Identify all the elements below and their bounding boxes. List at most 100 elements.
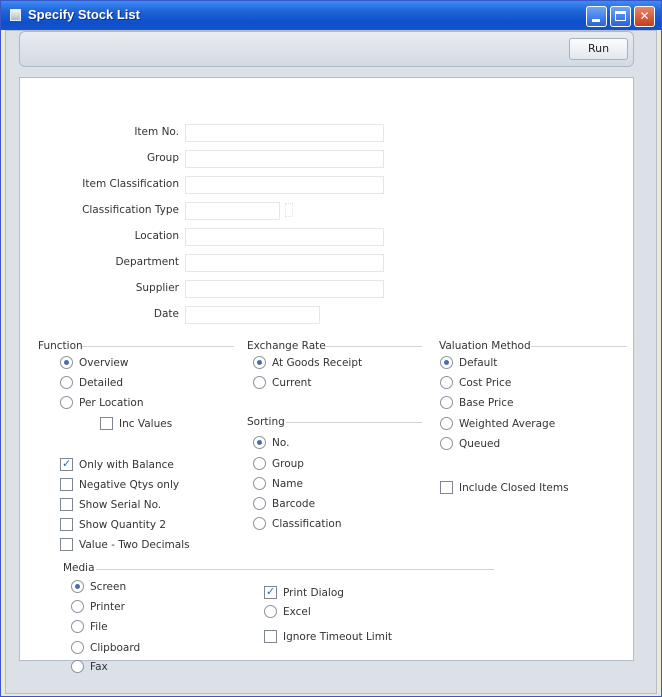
radio-button[interactable] [440,437,453,450]
specify-stock-list-window: Specify Stock List ✕ Run Item No. Group … [0,0,662,697]
supplier-label: Supplier [135,282,179,294]
function-divider [82,346,234,347]
radio-button[interactable] [440,396,453,409]
checkbox[interactable] [440,481,453,494]
date-label: Date [153,308,179,320]
window-icon [10,9,21,21]
function-option-label: Per Location [79,397,144,409]
item-no-field[interactable] [185,124,384,142]
radio-button[interactable] [71,620,84,633]
checkbox[interactable] [60,498,73,511]
checkbox[interactable] [60,518,73,531]
radio-button[interactable] [253,356,266,369]
valuation-option-label: Default [459,357,498,369]
function-heading: Function [38,340,83,352]
checkbox[interactable] [264,585,277,599]
checkbox-label: Only with Balance [79,459,174,471]
sorting-option-label: Barcode [272,498,316,510]
exchange-rate-divider [322,346,422,347]
window-title: Specify Stock List [28,7,140,22]
item-classification-label: Item Classification [82,178,179,190]
exchange-rate-option-label: At Goods Receipt [272,357,363,369]
checkbox[interactable] [264,630,277,643]
radio-button[interactable] [253,477,266,490]
radio-button[interactable] [71,600,84,613]
valuation-method-divider [531,346,627,347]
maximize-button[interactable] [610,6,631,27]
media-option-label: Printer [90,601,125,613]
radio-button[interactable] [60,356,73,369]
group-field[interactable] [185,150,384,168]
checkbox-label: Negative Qtys only [79,479,180,491]
media-option-label: Excel [283,606,311,618]
radio-button[interactable] [60,396,73,409]
radio-button[interactable] [71,580,84,593]
checkbox-label: Ignore Timeout Limit [283,631,392,643]
classification-type-label: Classification Type [82,204,179,216]
checkbox-label: Inc Values [119,418,173,430]
media-option-label: Fax [90,661,108,673]
radio-button[interactable] [60,376,73,389]
radio-button[interactable] [253,436,266,449]
close-icon: ✕ [639,9,650,23]
checkbox-label: Include Closed Items [459,482,569,494]
checkbox-label: Print Dialog [283,587,344,599]
radio-button[interactable] [253,376,266,389]
valuation-option-label: Queued [459,438,501,450]
radio-button[interactable] [71,660,84,673]
item-classification-field[interactable] [185,176,384,194]
sorting-option-label: Name [272,478,303,490]
minimize-icon [592,19,600,22]
valuation-method-heading: Valuation Method [439,340,531,352]
run-button[interactable]: Run [569,38,628,60]
media-divider [96,569,494,570]
radio-button[interactable] [253,497,266,510]
item-no-label: Item No. [134,126,179,138]
button-bar: Run [19,31,634,67]
exchange-rate-heading: Exchange Rate [247,340,326,352]
date-field[interactable] [185,306,320,324]
checkbox[interactable] [60,478,73,491]
checkbox[interactable] [100,417,113,430]
department-field[interactable] [185,254,384,272]
checkbox[interactable] [60,457,73,471]
valuation-option-label: Base Price [459,397,514,409]
radio-button[interactable] [264,605,277,618]
media-option-label: File [90,621,108,633]
valuation-option-label: Cost Price [459,377,512,389]
classification-type-field[interactable] [185,202,280,220]
function-option-label: Detailed [79,377,124,389]
radio-button[interactable] [253,457,266,470]
department-label: Department [115,256,179,268]
radio-button[interactable] [253,517,266,530]
checkbox-label: Value - Two Decimals [79,539,190,551]
checkbox-label: Show Quantity 2 [79,519,167,531]
location-field[interactable] [185,228,384,246]
radio-button[interactable] [440,417,453,430]
maximize-icon [615,11,626,21]
checkbox-label: Show Serial No. [79,499,162,511]
minimize-button[interactable] [586,6,607,27]
valuation-option-label: Weighted Average [459,418,556,430]
radio-button[interactable] [71,641,84,654]
title-bar[interactable]: Specify Stock List ✕ [1,1,661,30]
radio-button[interactable] [440,376,453,389]
radio-button[interactable] [440,356,453,369]
sorting-option-label: Group [272,458,304,470]
supplier-field[interactable] [185,280,384,298]
exchange-rate-option-label: Current [272,377,312,389]
specification-panel: Item No. Group Item Classification Class… [19,77,634,673]
media-heading: Media [63,562,95,574]
checkbox[interactable] [60,538,73,551]
close-button[interactable]: ✕ [634,6,655,27]
media-option-label: Clipboard [90,642,141,654]
paste-special-hint [285,203,293,217]
media-option-label: Screen [90,581,127,593]
function-option-label: Overview [79,357,129,369]
group-label: Group [147,152,179,164]
sorting-divider [286,422,422,423]
sorting-option-label: Classification [272,518,342,530]
location-label: Location [134,230,179,242]
sorting-heading: Sorting [247,416,285,428]
sorting-option-label: No. [272,437,290,449]
